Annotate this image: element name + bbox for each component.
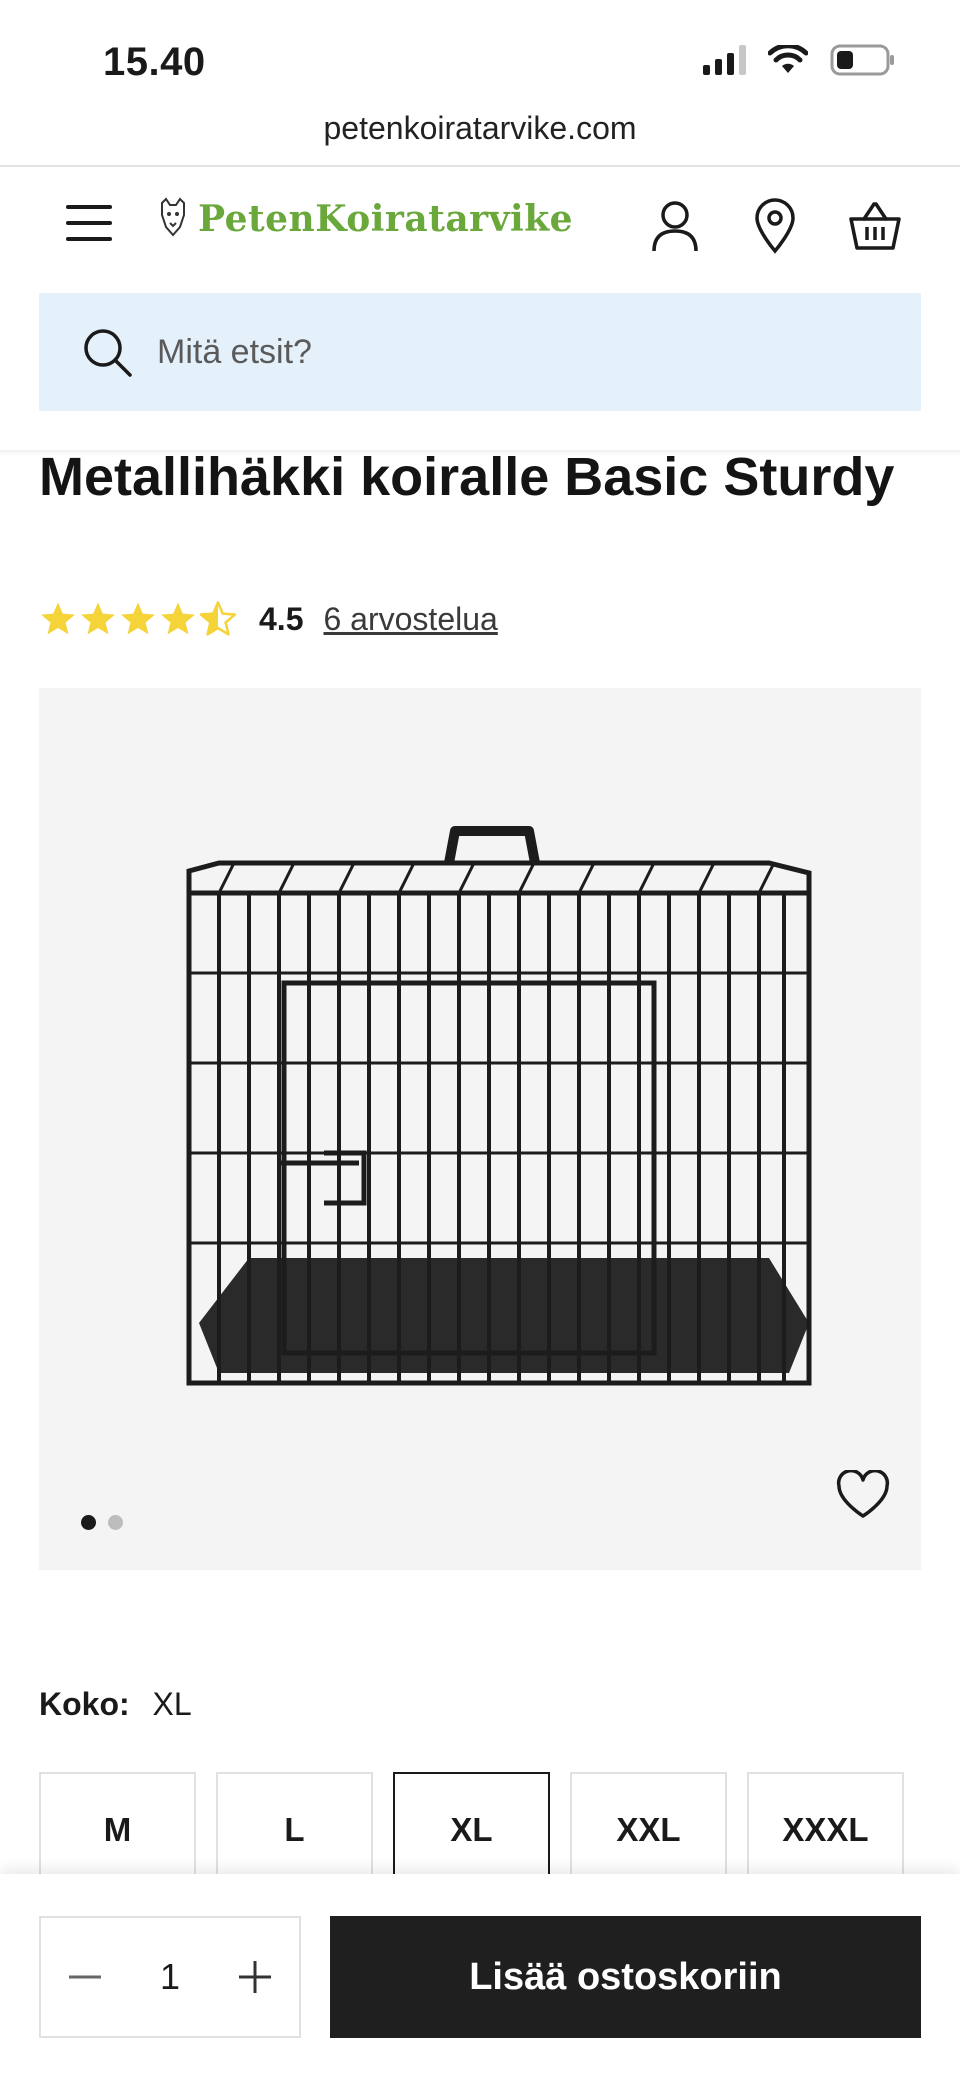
size-options: M L XL XXL XXXL xyxy=(39,1772,904,1888)
cellular-signal-icon xyxy=(703,45,746,75)
quantity-value[interactable]: 1 xyxy=(160,1956,180,1998)
site-logo[interactable]: PetenKoiratarvike xyxy=(156,197,573,241)
menu-icon[interactable] xyxy=(66,205,112,245)
plus-icon[interactable] xyxy=(235,1957,275,1997)
size-option-xxl[interactable]: XXL xyxy=(570,1772,727,1888)
dog-cage-image xyxy=(186,826,812,1386)
product-title: Metallihäkki koiralle Basic Sturdy xyxy=(39,447,895,507)
status-bar: 15.40 xyxy=(0,0,960,110)
star-icon xyxy=(81,602,115,635)
sticky-add-to-cart-bar: 1 Lisää ostoskoriin xyxy=(0,1874,960,2078)
wifi-icon xyxy=(768,45,808,73)
star-icon xyxy=(161,602,195,635)
size-option-l[interactable]: L xyxy=(216,1772,373,1888)
size-label: Koko: XL xyxy=(39,1686,192,1723)
product-rating: 4.5 6 arvostelua xyxy=(39,596,498,642)
rating-value: 4.5 xyxy=(259,600,304,637)
size-option-m[interactable]: M xyxy=(39,1772,196,1888)
site-header: PetenKoiratarvike xyxy=(0,167,960,287)
size-option-xxxl[interactable]: XXXL xyxy=(747,1772,904,1888)
header-actions xyxy=(648,197,902,255)
size-label-text: Koko: xyxy=(39,1686,130,1722)
dog-logo-icon xyxy=(161,197,185,237)
logo-text: PetenKoiratarvike xyxy=(198,198,574,240)
carousel-dots xyxy=(81,1515,123,1530)
size-option-xl[interactable]: XL xyxy=(393,1772,550,1888)
product-image-carousel[interactable] xyxy=(39,688,921,1570)
heart-icon[interactable] xyxy=(835,1470,891,1520)
status-icons xyxy=(703,44,896,76)
store-location-icon[interactable] xyxy=(748,197,802,255)
status-time: 15.40 xyxy=(103,40,206,84)
carousel-dot-active[interactable] xyxy=(81,1515,96,1530)
battery-icon xyxy=(830,44,894,76)
add-to-cart-button[interactable]: Lisää ostoskoriin xyxy=(330,1916,921,2038)
cart-basket-icon[interactable] xyxy=(848,197,902,255)
search-icon[interactable] xyxy=(81,326,133,378)
star-icon xyxy=(121,602,155,635)
half-star-icon xyxy=(199,601,237,636)
quantity-stepper: 1 xyxy=(39,1916,301,2038)
reviews-link[interactable]: 6 arvostelua xyxy=(323,601,497,638)
size-selected-value: XL xyxy=(152,1686,192,1722)
minus-icon[interactable] xyxy=(65,1957,105,1997)
carousel-dot[interactable] xyxy=(108,1515,123,1530)
star-icon xyxy=(41,602,75,635)
account-icon[interactable] xyxy=(648,197,702,255)
search-bar[interactable] xyxy=(39,293,921,411)
address-bar[interactable]: petenkoiratarvike.com xyxy=(0,110,960,166)
search-input[interactable] xyxy=(157,332,857,372)
rating-stars xyxy=(39,600,237,638)
